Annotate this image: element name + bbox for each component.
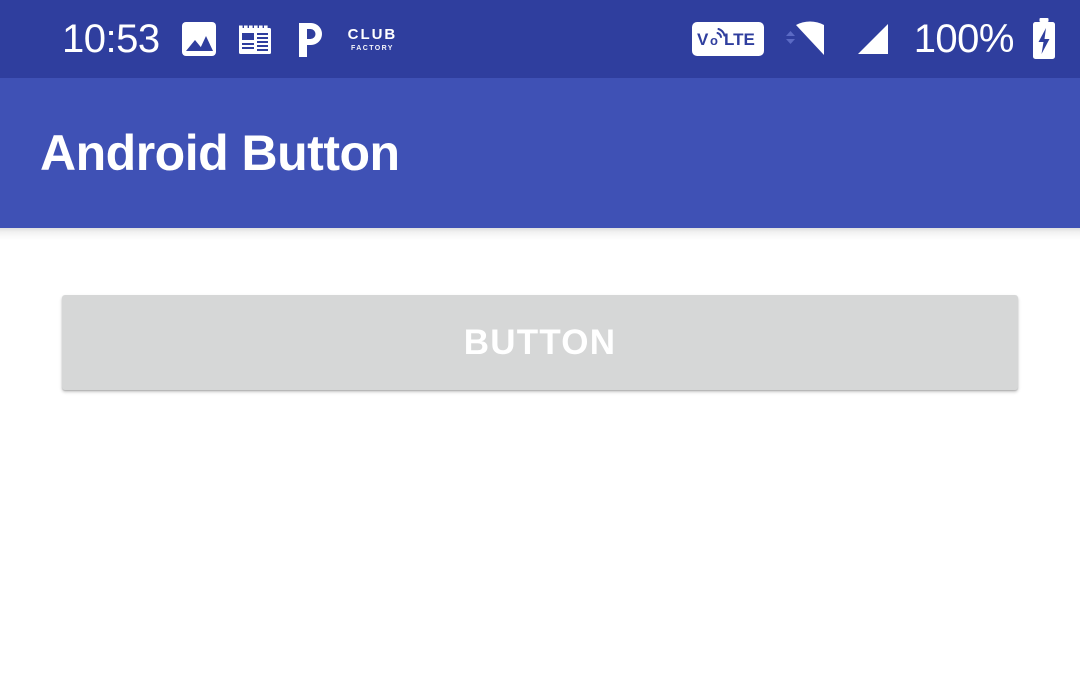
phone-screen: 10:53 CLUB FACTORY V o LTE 100% Android … bbox=[0, 0, 1080, 696]
cellular-signal-icon bbox=[852, 20, 892, 58]
phonepe-icon bbox=[294, 21, 326, 57]
status-bar-right-cluster: V o LTE 100% bbox=[691, 17, 1058, 61]
phonepe-icon-glyph bbox=[298, 23, 322, 57]
app-bar-title: Android Button bbox=[40, 125, 400, 181]
status-bar-clock: 10:53 bbox=[62, 17, 160, 61]
status-bar: 10:53 CLUB FACTORY V o LTE 100% bbox=[0, 0, 1080, 78]
photo-icon bbox=[181, 22, 216, 56]
app-bar: Android Button bbox=[0, 78, 1080, 228]
club-factory-icon: CLUB FACTORY bbox=[348, 27, 398, 52]
wifi-icon-glyph bbox=[785, 21, 824, 56]
wifi-icon bbox=[780, 19, 836, 59]
volte-badge: V o LTE bbox=[691, 22, 764, 56]
svg-text:o: o bbox=[710, 33, 718, 48]
content-area: BUTTON bbox=[0, 228, 1080, 696]
demo-button[interactable]: BUTTON bbox=[62, 295, 1018, 390]
battery-charging-icon bbox=[1030, 18, 1058, 60]
news-icon-glyph bbox=[238, 25, 271, 54]
cellular-signal-icon-glyph bbox=[857, 24, 888, 54]
volte-badge-glyph: V o LTE bbox=[697, 28, 755, 49]
battery-percentage: 100% bbox=[913, 17, 1015, 61]
battery-charging-icon-glyph bbox=[1033, 18, 1055, 59]
svg-text:LTE: LTE bbox=[724, 30, 755, 49]
svg-text:V: V bbox=[697, 30, 709, 49]
club-factory-line2: FACTORY bbox=[351, 44, 394, 52]
app-bar-shadow bbox=[0, 228, 1080, 240]
club-factory-line1: CLUB bbox=[347, 25, 398, 43]
status-bar-left-cluster: 10:53 CLUB FACTORY bbox=[62, 19, 397, 59]
news-icon bbox=[238, 22, 272, 56]
